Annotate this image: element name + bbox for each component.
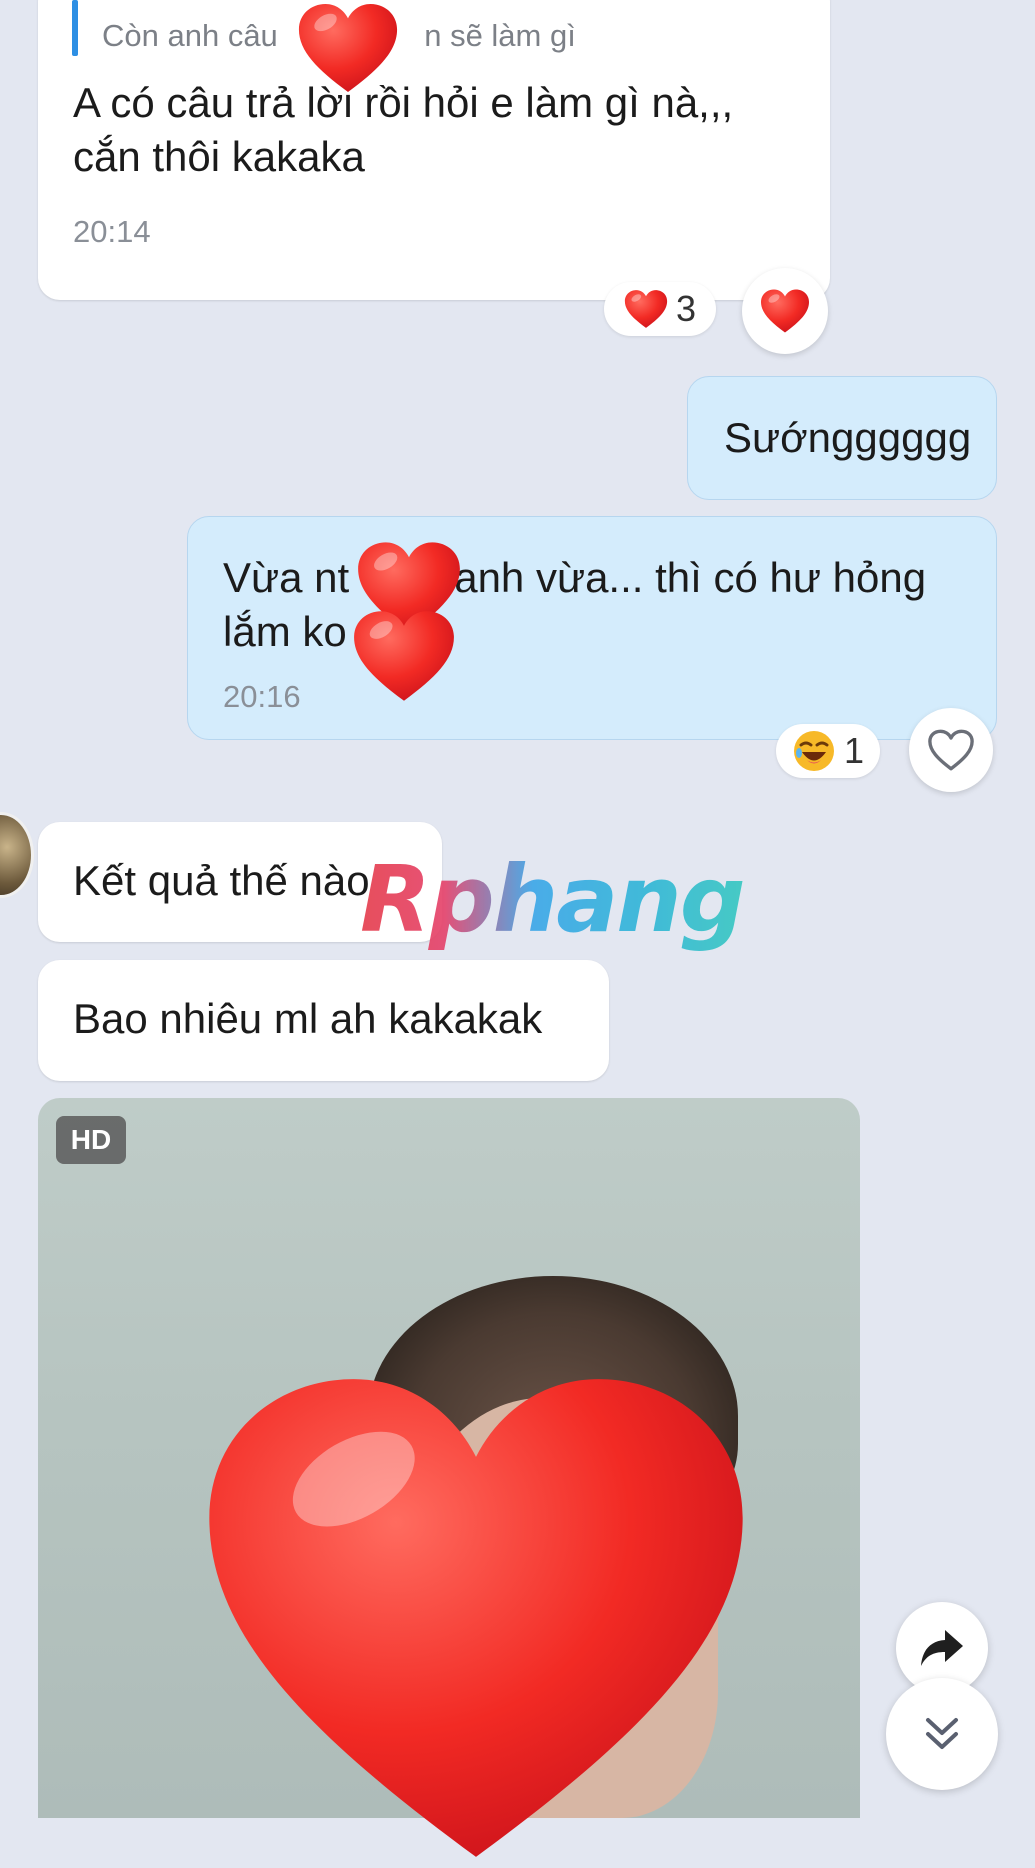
heart-outline-icon bbox=[928, 729, 974, 771]
heart-icon bbox=[624, 289, 668, 329]
message-text: Kết quả thế nào bbox=[73, 857, 370, 904]
message-bubble-outgoing[interactable]: Sướngggggg bbox=[687, 376, 997, 500]
heart-sticker-icon bbox=[196, 1368, 756, 1868]
message-bubble-incoming[interactable]: Bao nhiêu ml ah kakakak bbox=[38, 960, 609, 1081]
message-timestamp: 20:16 bbox=[223, 679, 301, 714]
hd-badge: HD bbox=[56, 1116, 126, 1164]
reaction-count: 1 bbox=[843, 730, 865, 771]
message-text: Sướngggggg bbox=[724, 414, 972, 461]
scroll-down-button[interactable] bbox=[886, 1678, 998, 1790]
message-text: Bao nhiêu ml ah kakakak bbox=[73, 995, 543, 1042]
watermark-logo: Rphang bbox=[360, 846, 746, 953]
laughing-emoji-icon bbox=[793, 731, 834, 771]
heart-sticker-icon bbox=[296, 2, 400, 94]
reaction-summary[interactable]: 1 bbox=[776, 724, 880, 778]
reaction-summary[interactable]: 3 bbox=[604, 282, 716, 336]
double-chevron-down-icon bbox=[926, 1718, 958, 1749]
avatar[interactable] bbox=[0, 812, 34, 898]
reaction-heart-button[interactable] bbox=[742, 268, 828, 354]
message-text: A có câu trả lời rồi hỏi e làm gì nà,,, … bbox=[73, 79, 734, 180]
message-text: Vừa nt anh vừa... thì có hư hỏng lắm ko bbox=[223, 554, 927, 655]
reaction-count: 3 bbox=[675, 288, 697, 329]
share-arrow-icon bbox=[921, 1630, 963, 1666]
like-button[interactable] bbox=[909, 708, 993, 792]
heart-sticker-icon bbox=[352, 608, 456, 704]
heart-icon bbox=[760, 288, 810, 334]
message-timestamp: 20:14 bbox=[73, 214, 151, 249]
message-bubble-incoming[interactable]: Còn anh câu n sẽ làm gì A có câu trả lời… bbox=[38, 0, 830, 300]
message-bubble-outgoing[interactable]: Vừa nt anh vừa... thì có hư hỏng lắm ko … bbox=[187, 516, 997, 740]
quote-accent-bar bbox=[72, 0, 78, 56]
